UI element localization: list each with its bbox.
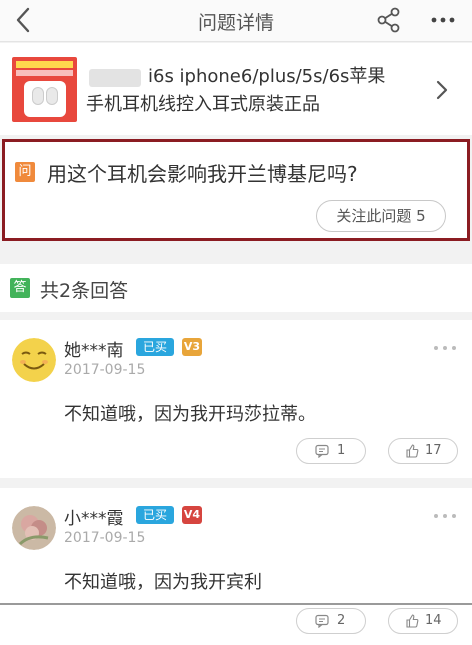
user-name: 她***南: [64, 341, 124, 361]
more-options-icon[interactable]: [428, 8, 458, 32]
answer-badge: 答: [10, 278, 30, 298]
answer-text: 不知道哦，因为我开玛莎拉蒂。: [64, 404, 316, 425]
user-name: 小***霞: [64, 509, 124, 529]
answer-card: 小***霞 已买 V4 2017-09-15 不知道哦，因为我开宾利 2 14: [0, 488, 472, 645]
comment-icon: [315, 614, 329, 628]
answer-date: 2017-09-15: [64, 530, 146, 546]
product-title: i6s iphone6/plus/5s/6s苹果 手机耳机线控入耳式原装正品: [86, 63, 426, 119]
comment-icon: [315, 444, 329, 458]
product-title-line-1: i6s iphone6/plus/5s/6s苹果: [148, 66, 386, 87]
answer-date: 2017-09-15: [64, 362, 146, 378]
comment-count: 1: [337, 443, 346, 458]
answers-header: 答 共2条回答: [0, 264, 472, 312]
avatar[interactable]: [12, 338, 56, 382]
like-icon: [406, 614, 419, 628]
comment-button[interactable]: 2: [296, 608, 366, 634]
bought-badge: 已买: [136, 506, 174, 524]
share-icon[interactable]: [375, 6, 403, 34]
comment-count: 2: [337, 613, 346, 628]
like-icon: [406, 444, 419, 458]
question-box: 问 用这个耳机会影响我开兰博基尼吗? 关注此问题 5: [2, 139, 470, 241]
chevron-right-icon: [436, 80, 448, 100]
level-badge: V3: [182, 338, 202, 356]
product-title-line-2: 手机耳机线控入耳式原装正品: [86, 94, 320, 115]
more-dots-icon[interactable]: [432, 512, 458, 520]
like-button[interactable]: 14: [388, 608, 458, 634]
answer-count: 共2条回答: [40, 280, 129, 302]
more-dots-icon[interactable]: [432, 344, 458, 352]
like-button[interactable]: 17: [388, 438, 458, 464]
like-count: 17: [425, 443, 442, 458]
avatar[interactable]: [12, 506, 56, 550]
comment-button[interactable]: 1: [296, 438, 366, 464]
like-count: 14: [425, 613, 442, 628]
question-badge: 问: [15, 162, 35, 182]
level-badge: V4: [182, 506, 202, 524]
follow-question-button[interactable]: 关注此问题 5: [316, 200, 446, 232]
answer-card: 她***南 已买 V3 2017-09-15 不知道哦，因为我开玛莎拉蒂。 1 …: [0, 320, 472, 478]
divider: [0, 603, 472, 605]
answer-text: 不知道哦，因为我开宾利: [64, 572, 262, 593]
product-thumbnail: [12, 57, 77, 122]
question-text: 用这个耳机会影响我开兰博基尼吗?: [47, 162, 358, 186]
bought-badge: 已买: [136, 338, 174, 356]
product-card[interactable]: i6s iphone6/plus/5s/6s苹果 手机耳机线控入耳式原装正品: [0, 43, 472, 135]
top-bar: 问题详情: [0, 0, 472, 42]
